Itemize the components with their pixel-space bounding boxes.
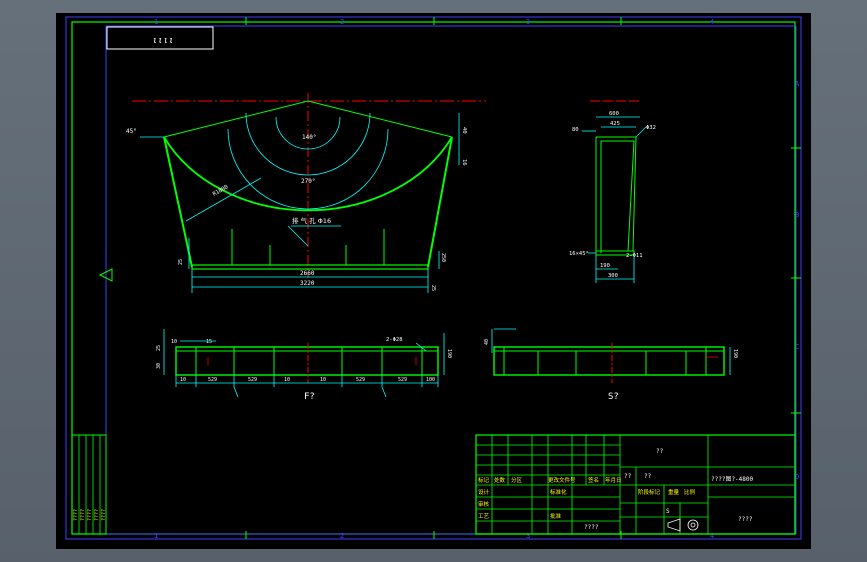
side-dim-425: 425 <box>610 121 620 127</box>
binding-frame <box>105 25 797 535</box>
tb-drawing-no: ????图?-4800 <box>711 476 754 483</box>
grid-col-1-bottom: 1 <box>154 532 158 540</box>
grid-col-4-bottom: 4 <box>710 532 714 540</box>
dim-left-small: 25 <box>178 259 184 265</box>
grid-col-2: 2 <box>340 18 344 26</box>
tb-row-date: 年月日 <box>605 476 622 484</box>
fb-dim-529a: 529 <box>208 377 217 383</box>
fb-dim-529d: 529 <box>398 377 407 383</box>
tb-standard: 标准化 <box>550 488 567 496</box>
grid-row-d: D <box>795 473 799 481</box>
drawing-canvas[interactable]: 1 2 3 4 1 2 3 4 A B C D ιιιι 140° 270° R… <box>56 13 811 549</box>
dim-top-right-b: 16 <box>461 159 467 166</box>
tb-row-count: 处数 <box>494 476 506 484</box>
fb-dim-15: 15 <box>206 339 212 345</box>
side-dim-phi32: Φ32 <box>646 125 656 131</box>
side-dim-190: 190 <box>600 263 610 269</box>
fb-dim-529c: 529 <box>356 377 365 383</box>
inner-frame <box>71 21 796 535</box>
tb-row-change: 更改文件号 <box>548 476 576 484</box>
stamp-text: ιιιι <box>152 36 174 46</box>
dim-top-right-a: 40 <box>461 127 467 134</box>
sb-dim-190: 190 <box>732 349 738 358</box>
angle-140-label: 140° <box>302 134 316 141</box>
cad-viewport[interactable]: 1 2 3 4 1 2 3 4 A B C D ιιιι 140° 270° R… <box>0 0 867 562</box>
left-strip-table: ???? ???? ???? ???? ???? <box>71 434 107 535</box>
grid-col-3-bottom: 3 <box>526 532 530 540</box>
title-block: 标记 处数 分区 更改文件号 签名 年月日 设计 标准化 审核 工艺 批准 阶段… <box>475 434 796 535</box>
side-view-top: 600 425 80 Φ32 16×45° 2-Φ11 190 300 <box>569 100 656 283</box>
grid-col-3: 3 <box>526 18 530 26</box>
strip-cell-4: ???? <box>94 509 100 521</box>
tb-approve: 批准 <box>550 512 562 520</box>
dim-3220: 3220 <box>300 280 315 287</box>
tb-checker: 审核 <box>478 500 490 508</box>
outer-frame <box>65 16 802 540</box>
side-dim-80: 80 <box>572 127 579 133</box>
fb-dim-10-top: 10 <box>171 339 177 345</box>
fb-dim-left-25: 25 <box>156 345 162 351</box>
fb-dim-529b: 529 <box>248 377 257 383</box>
front-view-bottom: 25 30 10 15 2-Φ28 190 10 529 529 10 10 5… <box>156 329 452 402</box>
tb-craft: 工艺 <box>478 513 490 520</box>
fb-dim-10b: 10 <box>284 377 290 383</box>
tb-weight: 重量 <box>668 488 680 496</box>
side-dim-600: 600 <box>609 111 619 117</box>
side-chamfer: 16×45° <box>569 251 589 257</box>
dim-side-b: 25 <box>430 285 436 291</box>
strip-cell-1: ???? <box>73 509 79 521</box>
grid-col-1: 1 <box>154 18 158 26</box>
fb-hole: 2-Φ28 <box>386 337 403 343</box>
side-view-bottom: 40 190 S? <box>484 328 738 402</box>
side-bottom-view-label: S? <box>608 392 619 402</box>
tb-row-sign: 签名 <box>588 476 599 484</box>
tb-row-zone: 分区 <box>511 476 523 484</box>
hole-note: 排 气 孔 Φ16 <box>292 216 331 225</box>
projection-circle-icon <box>687 519 699 531</box>
tb-ratio: 比例 <box>684 488 696 496</box>
side-dim-300: 300 <box>608 273 618 279</box>
sb-dim-left: 40 <box>484 339 490 345</box>
fb-dim-10c: 10 <box>320 377 326 383</box>
fb-dim-100: 100 <box>426 377 435 383</box>
strip-cell-3: ???? <box>87 509 93 521</box>
grid-col-2-bottom: 2 <box>340 532 344 540</box>
dim-2660: 2660 <box>300 270 315 277</box>
tb-stage-1: ?? <box>624 473 632 480</box>
strip-cell-2: ???? <box>80 509 86 521</box>
tb-title-main: ?? <box>656 448 664 455</box>
fb-dim-190: 190 <box>446 349 452 358</box>
grid-row-b: B <box>795 211 799 219</box>
grid-ticks <box>245 17 801 539</box>
fb-dim-10a: 10 <box>180 377 186 383</box>
strip-cell-5: ???? <box>101 509 107 521</box>
front-view-top: 140° 270° R1800 排 气 孔 Φ16 45° 40 16 25 2… <box>126 93 486 293</box>
projection-cone-icon <box>667 518 681 532</box>
tb-sheet: ???? <box>584 524 599 531</box>
angle-270-label: 270° <box>301 178 315 185</box>
tb-stage-2: ?? <box>644 473 652 480</box>
drawing-sheet: 1 2 3 4 1 2 3 4 A B C D ιιιι 140° 270° R… <box>65 16 802 540</box>
tb-stage: 阶段标记 <box>638 488 661 496</box>
grid-row-a: A <box>795 80 800 88</box>
grid-row-c: C <box>795 343 799 351</box>
front-bottom-view-label: F? <box>304 392 315 402</box>
tb-scale: S <box>666 508 670 515</box>
dim-right-small: 250 <box>440 253 446 262</box>
grid-col-4: 4 <box>710 18 714 26</box>
tb-material: ???? <box>738 516 753 523</box>
tb-row-mark: 标记 <box>478 476 490 484</box>
angle-45-label: 45° <box>126 128 137 135</box>
tb-designer: 设计 <box>478 488 490 496</box>
fb-dim-left-30: 30 <box>156 363 162 369</box>
